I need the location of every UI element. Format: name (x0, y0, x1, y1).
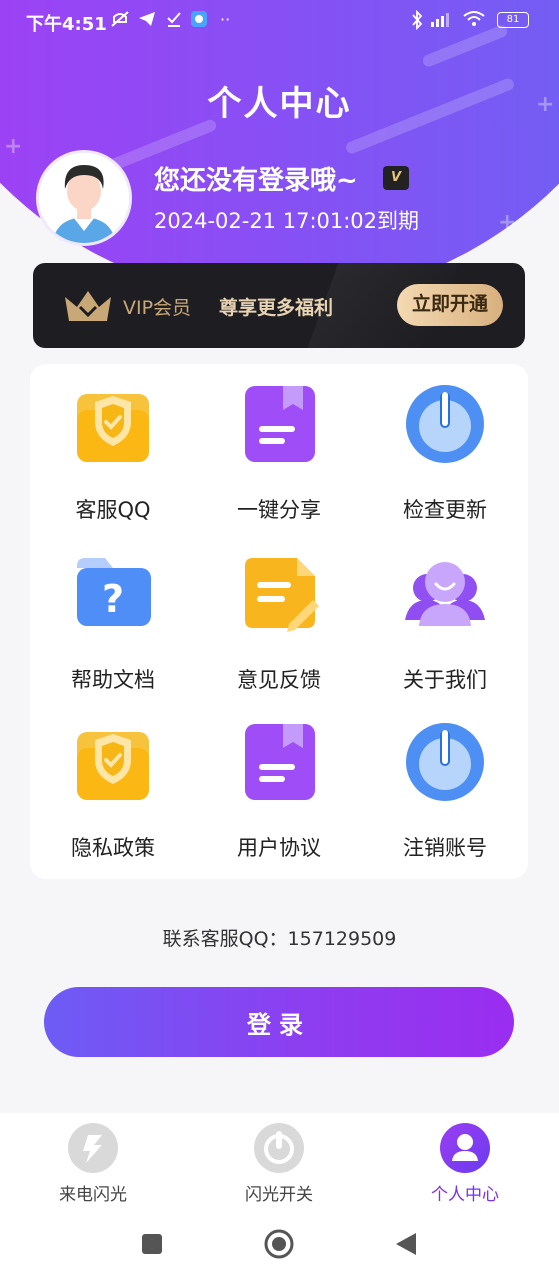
grid-item-check-update[interactable]: 检查更新 (362, 364, 528, 534)
svg-text:?: ? (102, 577, 124, 621)
vip-expire-date: 2024-02-21 17:01:02到期 (154, 209, 420, 233)
grid-item-label: 隐私政策 (71, 836, 155, 860)
grid-item-privacy-policy[interactable]: 隐私政策 (30, 702, 196, 872)
check-icon (166, 10, 182, 32)
tab-call-flash[interactable]: 来电闪光 (0, 1123, 186, 1209)
grid-item-label: 帮助文档 (71, 668, 155, 692)
power-toggle-icon (254, 1123, 304, 1173)
grid-item-share[interactable]: 一键分享 (196, 364, 362, 534)
person-icon (440, 1123, 490, 1173)
status-time: 下午4:51 (26, 14, 107, 35)
recents-button-icon[interactable] (140, 1232, 164, 1256)
decor-plus: + (498, 210, 517, 235)
grid-item-label: 检查更新 (403, 498, 487, 522)
grid-item-user-agreement[interactable]: 用户协议 (196, 702, 362, 872)
tab-flash-switch[interactable]: 闪光开关 (186, 1123, 372, 1209)
system-navigation-bar (0, 1209, 559, 1280)
bookmark-book-icon (239, 722, 319, 802)
shield-folder-icon (73, 384, 153, 464)
status-bar: 下午4:51 ·· 81 (0, 0, 559, 42)
crown-icon (63, 289, 113, 327)
power-icon (405, 384, 485, 464)
telegram-icon (138, 10, 156, 32)
app-notify-icon (190, 10, 208, 32)
home-button-icon[interactable] (263, 1228, 295, 1260)
flash-icon (68, 1123, 118, 1173)
mute-icon (110, 10, 130, 32)
help-folder-icon: ? (73, 554, 153, 634)
vip-badge-icon: V (383, 166, 409, 190)
wifi-icon (462, 10, 486, 32)
open-vip-button[interactable]: 立即开通 (397, 284, 503, 326)
grid-item-delete-account[interactable]: 注销账号 (362, 702, 528, 872)
avatar[interactable] (36, 150, 132, 246)
grid-item-label: 用户协议 (237, 836, 321, 860)
login-status-text[interactable]: 您还没有登录哦~ (154, 160, 358, 197)
vip-banner[interactable]: VIP会员 尊享更多福利 立即开通 (33, 263, 525, 348)
back-button-icon[interactable] (394, 1231, 418, 1257)
login-button[interactable]: 登录 (44, 987, 514, 1057)
tab-label: 闪光开关 (245, 1185, 313, 1205)
grid-item-label: 意见反馈 (237, 668, 321, 692)
battery-indicator: 81 (497, 12, 529, 28)
power-icon (405, 722, 485, 802)
grid-item-help-docs[interactable]: ? 帮助文档 (30, 534, 196, 704)
feedback-note-icon (239, 554, 319, 634)
grid-item-feedback[interactable]: 意见反馈 (196, 534, 362, 704)
grid-item-label: 客服QQ (75, 498, 151, 522)
tab-label: 来电闪光 (59, 1185, 127, 1205)
function-grid: 客服QQ 一键分享 检查更新 ? 帮助文档 意见反馈 关于我们 隐私政策 用户协… (30, 364, 528, 879)
shield-folder-icon (73, 722, 153, 802)
grid-item-qq-service[interactable]: 客服QQ (30, 364, 196, 534)
decor-plus: + (4, 134, 23, 159)
grid-item-label: 注销账号 (403, 836, 487, 860)
more-dots-icon: ·· (220, 10, 231, 29)
bookmark-book-icon (239, 384, 319, 464)
bottom-tab-bar: 来电闪光 闪光开关 个人中心 (0, 1113, 559, 1209)
vip-label: VIP会员 (123, 297, 192, 319)
tab-label: 个人中心 (431, 1185, 499, 1205)
vip-benefit-text: 尊享更多福利 (219, 297, 334, 319)
bluetooth-icon (410, 9, 424, 34)
tab-personal-center[interactable]: 个人中心 (372, 1123, 558, 1209)
signal-icon (430, 10, 454, 32)
grid-item-label: 关于我们 (403, 668, 487, 692)
users-icon (405, 554, 485, 634)
grid-item-about-us[interactable]: 关于我们 (362, 534, 528, 704)
page-title: 个人中心 (207, 84, 352, 124)
grid-item-label: 一键分享 (237, 498, 321, 522)
contact-qq-text: 联系客服QQ：157129509 (162, 928, 397, 950)
avatar-person-icon (39, 153, 129, 243)
